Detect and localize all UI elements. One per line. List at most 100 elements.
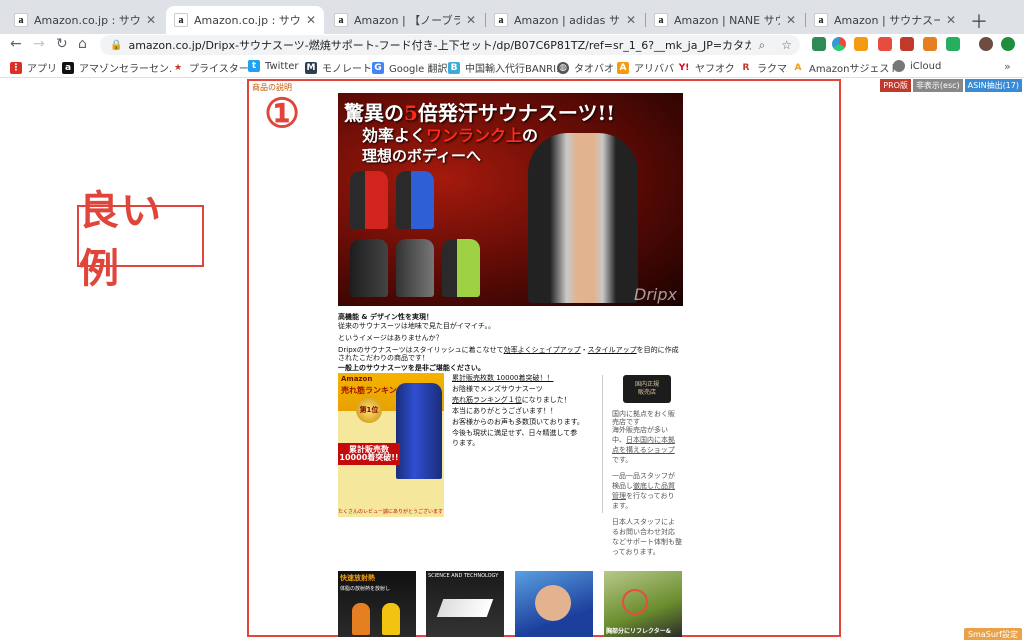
model-image <box>528 133 638 303</box>
bookmark-item[interactable]: M モノレート <box>305 60 372 75</box>
description-line: 従来のサウナスーツは地味で見た目がイマイチ。。 <box>338 322 496 330</box>
description-line: されたこだわりの商品です！ <box>338 354 429 362</box>
bookmark-item[interactable]: a アマゾンセラーセン... <box>62 60 179 75</box>
hero-banner-image: 驚異の5倍発汗サウナスーツ!! 効率よくワンランク上の 理想のボディーへ Dri… <box>338 93 683 306</box>
mid-line: ります。 <box>452 439 480 447</box>
review-thanks-text: たくさんのレビュー誠にありがとうございます！ <box>338 509 444 515</box>
search-icon[interactable]: ⌕ <box>759 38 766 53</box>
bookmark-item[interactable]: B 中国輸入代行BANRI... <box>448 60 566 75</box>
bookmark-item[interactable]: ★ プライスター <box>172 60 249 75</box>
feature-image-heat: 快速放射熱 体脂の放射熱を放射し <box>338 571 416 637</box>
bookmark-label: アマゾンセラーセン... <box>79 64 179 75</box>
close-tab-icon[interactable]: ✕ <box>146 13 156 27</box>
green-jacket-image <box>442 239 480 297</box>
tab-title: Amazon | サウナスーツ (ジャン <box>834 14 940 27</box>
bookmark-item[interactable]: Y! ヤフオク <box>678 60 735 75</box>
more-bookmarks-icon[interactable]: » <box>1004 60 1011 73</box>
bookmark-label: iCloud <box>910 60 942 72</box>
side-line: 海外販売店が多い <box>612 426 668 434</box>
clover-extension-icon[interactable] <box>812 37 826 51</box>
update-icon[interactable] <box>1001 37 1015 51</box>
bookmark-label: Google 翻訳 <box>389 64 448 75</box>
red-jacket-image <box>350 171 388 229</box>
bookmark-item[interactable]: A Amazonサジェスト <box>792 60 899 75</box>
ranking-title: Amazon <box>341 375 373 383</box>
tab-6[interactable]: a Amazon | サウナスーツ (ジャン ✕ <box>806 6 964 34</box>
bookmark-label: ラクマ <box>757 64 787 75</box>
close-tab-icon[interactable]: ✕ <box>626 13 636 27</box>
apple-icon <box>893 60 905 72</box>
profile-avatar[interactable] <box>979 37 993 51</box>
send-extension-icon[interactable] <box>878 37 892 51</box>
monster-extension-icon[interactable] <box>900 37 914 51</box>
home-icon[interactable]: ⌂ <box>78 36 87 52</box>
bookmark-item[interactable]: A アリババ <box>617 60 674 75</box>
close-tab-icon[interactable]: ✕ <box>786 13 796 27</box>
globe-icon: ◍ <box>557 61 569 74</box>
bookmark-item[interactable]: G Google 翻訳 <box>372 60 447 75</box>
leaf-extension-icon[interactable] <box>946 37 960 51</box>
mid-line: お客様からのお声も多数頂いております。 <box>452 418 584 426</box>
asin-extract-button[interactable]: ASIN抽出(17) <box>964 79 1022 92</box>
description-closing: 一般上のサウナスーツを是非ご堪能ください。 <box>338 364 485 372</box>
search-extension-icon[interactable] <box>854 37 868 51</box>
description-text: ・ <box>580 346 588 354</box>
side-line: るお問い合わせ対応 <box>612 528 675 536</box>
badge-text: 国内正規 <box>634 381 659 388</box>
new-tab-icon[interactable]: ＋ <box>970 8 988 34</box>
ranking-link-text: 売れ筋ランキング１位 <box>452 396 522 404</box>
feature-image-reflector: 胸部分にリフレクター& <box>604 571 682 637</box>
tab-title: Amazon | adidas サウナスーツ <box>514 14 620 27</box>
star-icon: ★ <box>172 61 184 74</box>
hero-tagline: 理想のボディーへ <box>362 147 481 165</box>
amazon-favicon-icon: a <box>814 13 828 27</box>
mid-line: お陰様でメンズサウナスーツ <box>452 385 543 393</box>
bookmark-item[interactable]: R ラクマ <box>740 60 787 75</box>
tab-strip: a Amazon.co.jp : サウナスーツ ✕ a Amazon.co.jp… <box>0 0 1024 34</box>
close-tab-icon[interactable]: ✕ <box>946 13 956 27</box>
feature-image-hood <box>515 571 593 637</box>
bookmark-star-icon[interactable]: ☆ <box>781 38 792 52</box>
tab-title: Amazon.co.jp : サウナスーツ <box>194 14 300 27</box>
grid-extension-icon[interactable] <box>923 37 937 51</box>
back-icon[interactable]: ← <box>10 36 22 52</box>
amazon-favicon-icon: a <box>654 13 668 27</box>
bookmark-label: タオバオ <box>574 64 614 75</box>
tab-3[interactable]: a Amazon | 【ノーブランド】 ヒ ✕ <box>326 6 484 34</box>
amazon-suggest-icon: A <box>792 61 804 74</box>
side-line: っております。 <box>612 548 660 556</box>
address-bar[interactable]: 🔒 amazon.co.jp/Dripx-サウナスーツ-燃焼サポート-フード付き… <box>100 35 800 55</box>
pro-version-button[interactable]: PRO版 <box>880 79 911 92</box>
bookmark-item[interactable]: ⋮ アプリ <box>10 60 57 75</box>
close-tab-icon[interactable]: ✕ <box>306 13 316 27</box>
bookmark-label: アリババ <box>634 64 674 75</box>
side-text: 中、 <box>612 436 626 444</box>
smasurf-settings-button[interactable]: SmaSurf設定 <box>963 628 1022 640</box>
feature-caption: 胸部分にリフレクター& <box>606 628 671 635</box>
tab-1[interactable]: a Amazon.co.jp : サウナスーツ ✕ <box>6 6 164 34</box>
amazon-favicon-icon: a <box>494 13 508 27</box>
reload-icon[interactable]: ↻ <box>56 36 68 52</box>
close-tab-icon[interactable]: ✕ <box>466 13 476 27</box>
hide-button[interactable]: 非表示(esc) <box>912 79 963 92</box>
tab-2-active[interactable]: a Amazon.co.jp : サウナスーツ ✕ <box>166 6 324 34</box>
bookmark-item[interactable]: ◍ タオバオ <box>557 60 614 75</box>
bookmark-label: Amazonサジェスト <box>809 64 900 75</box>
fabric-sample <box>436 599 494 617</box>
bookmark-label: プライスター <box>189 64 249 75</box>
tab-5[interactable]: a Amazon | NANE サウナスーツ ✕ <box>646 6 804 34</box>
tab-4[interactable]: a Amazon | adidas サウナスーツ ✕ <box>486 6 644 34</box>
bookmark-item[interactable]: iCloud <box>893 60 941 72</box>
sales-headline: 累計販売枚数 10000着突破！！ <box>452 374 554 382</box>
forward-icon[interactable]: → <box>33 36 45 52</box>
side-line: 一品一品スタッフが <box>612 472 675 480</box>
side-text: を行なっており <box>626 492 675 500</box>
runner-figure <box>382 603 400 635</box>
feature-title: 快速放射熱 <box>340 574 375 582</box>
tab-title: Amazon | NANE サウナスーツ <box>674 14 780 27</box>
chart-extension-icon[interactable] <box>832 37 846 51</box>
number-mark: ① <box>264 89 300 137</box>
lock-icon: 🔒 <box>110 39 123 51</box>
bookmark-item[interactable]: t Twitter <box>248 60 299 72</box>
mid-line: 今後も現状に満足せず、日々精進して参 <box>452 429 578 437</box>
